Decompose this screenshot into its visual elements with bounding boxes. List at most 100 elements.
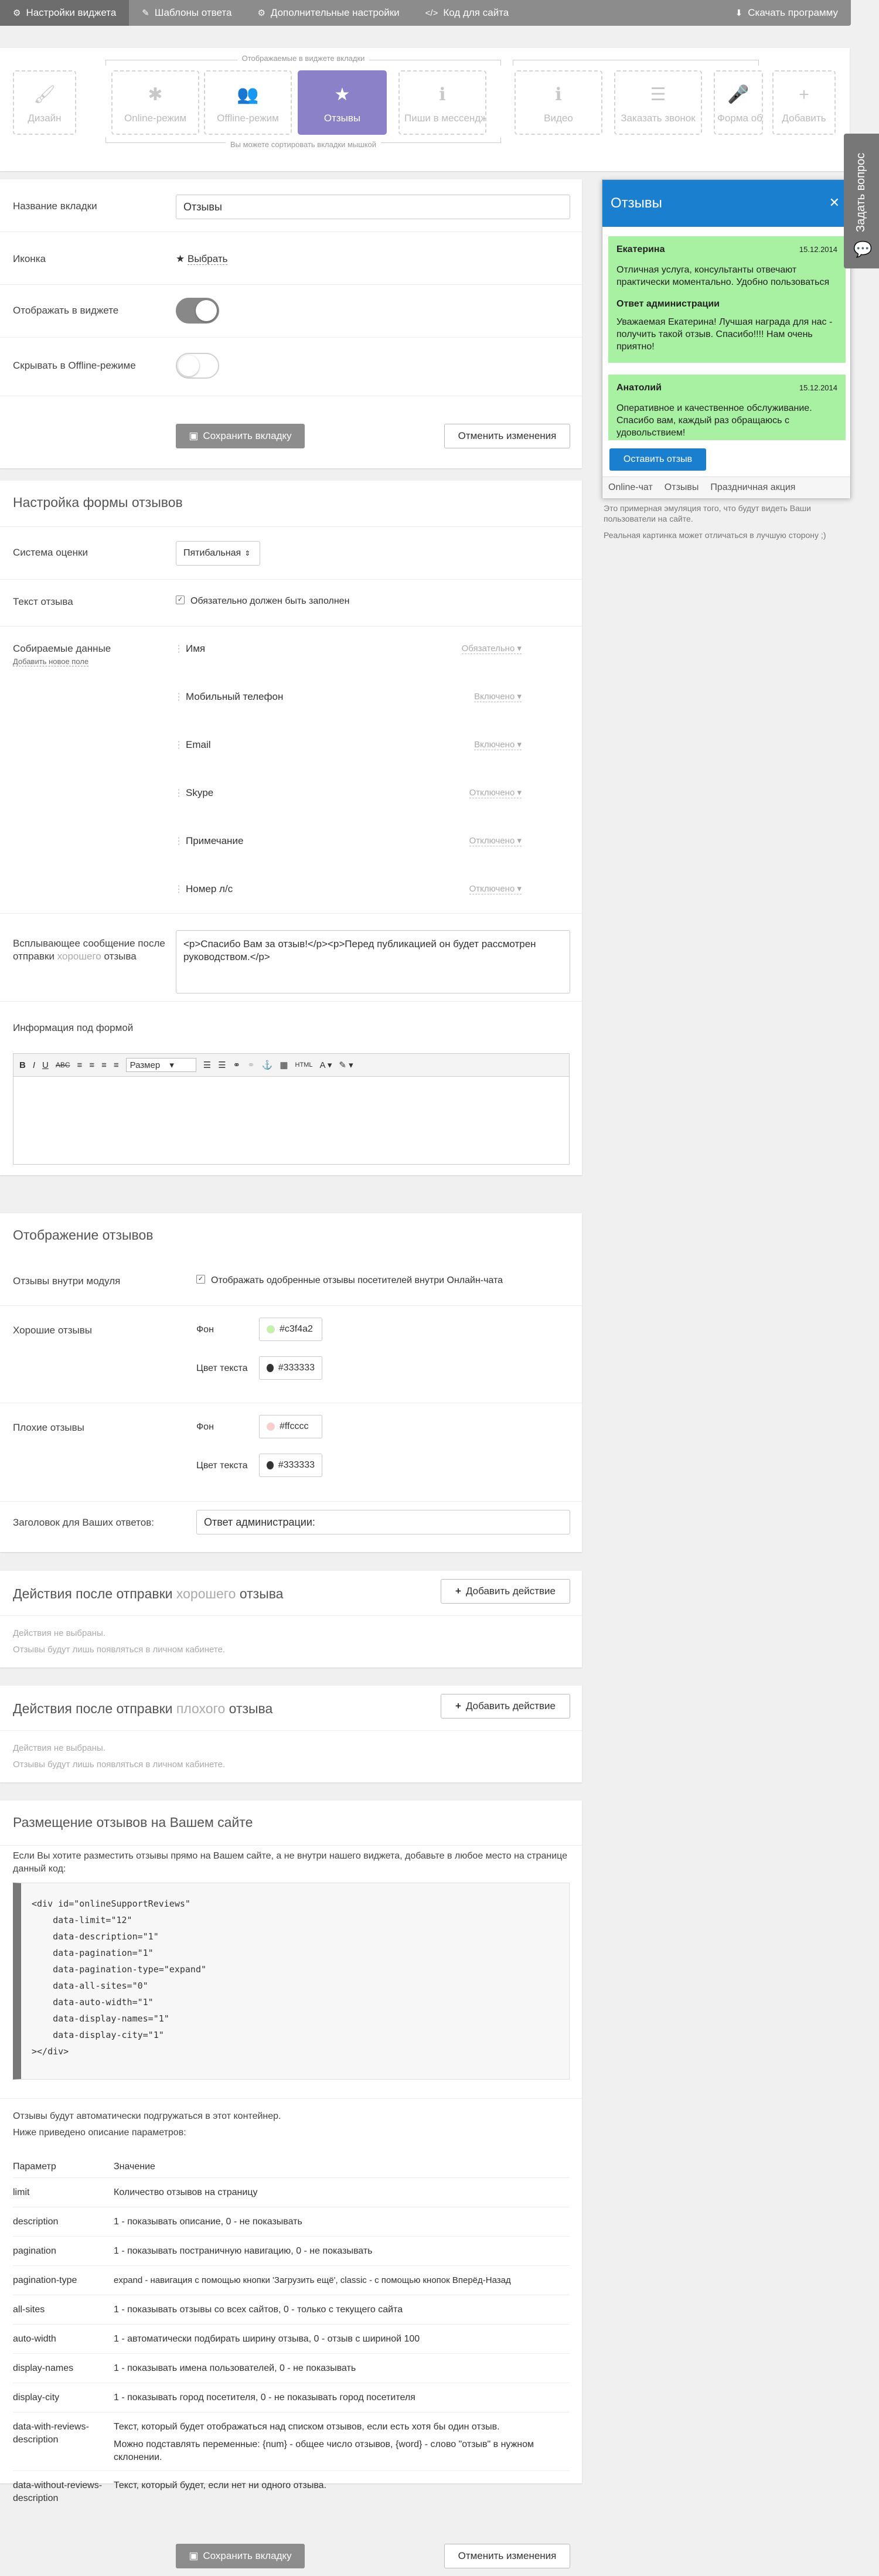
drag-handle-icon[interactable]: ⋮ (174, 643, 183, 655)
italic-icon[interactable]: I (33, 1060, 35, 1070)
nav-reply-templates[interactable]: ✎ Шаблоны ответа (129, 0, 244, 26)
tab-tile-feedback-form[interactable]: 🎤Форма обратной связи (714, 70, 763, 135)
table-row: auto-width 1 - автоматически подбирать ши… (13, 2325, 570, 2354)
color-swatch (267, 1423, 275, 1431)
bad-review-actions-card: Действия после отправки плохого отзыва +… (0, 1686, 582, 1782)
icon-label: Иконка (13, 253, 46, 264)
bullet-list-icon[interactable]: ☰ (203, 1060, 211, 1070)
footer-save-button[interactable]: ▣ Сохранить вкладку (176, 2544, 305, 2568)
collected-data-label: Собираемые данные (13, 643, 111, 654)
table-row: data-without-reviews-description Текст, к… (13, 2480, 327, 2503)
reply-title-input[interactable]: Ответ администрации: (196, 1510, 570, 1534)
good-bg-color-input[interactable]: #c3f4a2 (259, 1318, 322, 1341)
plus-icon: + (455, 1700, 461, 1711)
popup-message-textarea[interactable]: <p>Спасибо Вам за отзыв!</p><p>Перед пуб… (176, 930, 570, 993)
choose-icon-link[interactable]: Выбрать (187, 253, 228, 265)
ask-question-side-tab[interactable]: Задать вопрос 💬 (844, 134, 879, 268)
hide-offline-toggle[interactable] (176, 353, 219, 379)
tab-tile-reviews[interactable]: ★ Отзывы (298, 70, 387, 135)
drag-handle-icon[interactable]: ⋮ (174, 883, 183, 895)
align-right-icon[interactable]: ≡ (101, 1060, 107, 1070)
drag-handle-icon[interactable]: ⋮ (174, 691, 183, 703)
bad-bg-color-input[interactable]: #ffcccc (259, 1415, 322, 1438)
link-icon[interactable]: ⚭ (233, 1060, 241, 1070)
bad-reviews-label: Плохие отзывы (13, 1422, 84, 1433)
table-header: Параметр Значение (13, 2152, 570, 2178)
field-state-dropdown[interactable]: Отключено ▾ (469, 835, 522, 846)
code-icon: </> (425, 8, 438, 18)
show-approved-checkbox[interactable]: ✓ (196, 1275, 205, 1284)
widget-preview: Отзывы ✕ Екатерина 15.12.2014 Отличная ус… (602, 179, 851, 498)
strikethrough-icon[interactable]: ABC (56, 1061, 70, 1069)
table-row: all-sites 1 - показывать отзывы со всех с… (13, 2295, 570, 2325)
align-left-icon[interactable]: ≡ (77, 1060, 83, 1070)
tab-tile-offline[interactable]: 👥 Offline-режим (204, 70, 292, 135)
plus-icon: + (455, 1585, 461, 1597)
nav-site-code[interactable]: </> Код для сайта (413, 0, 522, 26)
top-nav-bar: ⚙ Настройки виджета ✎ Шаблоны ответа ⚙ Допо… (0, 0, 851, 26)
unlink-icon[interactable]: ⚭ (247, 1060, 255, 1070)
table-row: display-city 1 - показывать город посетит… (13, 2383, 570, 2412)
field-state-dropdown[interactable]: Обязательно ▾ (461, 643, 522, 654)
tab-tile-messenger[interactable]: ℹПиши в мессенджер (398, 70, 486, 135)
add-tab-tile[interactable]: + Добавить (772, 70, 836, 135)
align-justify-icon[interactable]: ≡ (114, 1060, 119, 1070)
text-required-checkbox[interactable]: ✓ (176, 595, 185, 605)
preview-tab-promo[interactable]: Праздничная акция (704, 482, 801, 493)
field-row-name: ⋮ Имя Обязательно ▾ (174, 643, 522, 655)
params-table: Параметр Значение limit Количество отзывов… (13, 2152, 570, 2516)
anchor-icon[interactable]: ⚓ (262, 1060, 273, 1070)
color-swatch (267, 1461, 274, 1469)
table-row: pagination 1 - показывать постраничную на… (13, 2237, 570, 2266)
preview-tab-chat[interactable]: Online-чат (602, 482, 659, 493)
show-in-widget-label: Отображать в виджете (13, 305, 119, 316)
footer-cancel-button[interactable]: Отменить изменения (444, 2544, 570, 2568)
add-good-action-button[interactable]: + Добавить действие (441, 1579, 570, 1604)
highlight-color-icon[interactable]: ✎ ▾ (339, 1060, 353, 1070)
image-icon[interactable]: ▦ (280, 1060, 288, 1070)
add-bad-action-button[interactable]: + Добавить действие (441, 1694, 570, 1719)
drag-handle-icon[interactable]: ⋮ (174, 835, 183, 847)
align-center-icon[interactable]: ≡ (89, 1060, 94, 1070)
close-icon[interactable]: ✕ (829, 195, 840, 210)
inside-module-label: Отзывы внутри модуля (13, 1275, 121, 1287)
nav-additional-settings[interactable]: ⚙ Дополнительные настройки (244, 0, 412, 26)
drag-handle-icon[interactable]: ⋮ (174, 787, 183, 799)
tab-name-input[interactable]: Отзывы (176, 195, 570, 219)
download-program-button[interactable]: ⬇ Скачать программу (723, 0, 851, 26)
tab-tile-callback[interactable]: ☰ Заказать звонок (614, 70, 702, 135)
field-state-dropdown[interactable]: Включено ▾ (474, 691, 522, 702)
field-state-dropdown[interactable]: Включено ▾ (474, 739, 522, 750)
save-tab-button[interactable]: ▣ Сохранить вкладку (176, 424, 305, 448)
field-state-dropdown[interactable]: Отключено ▾ (469, 883, 522, 894)
drag-handle-icon[interactable]: ⋮ (174, 739, 183, 751)
cancel-changes-button[interactable]: Отменить изменения (444, 424, 570, 448)
save-icon: ▣ (189, 430, 199, 441)
numbered-list-icon[interactable]: ☰ (218, 1060, 226, 1070)
good-text-color-input[interactable]: #333333 (259, 1356, 322, 1380)
tab-tile-video[interactable]: ℹ Видео (515, 70, 602, 135)
nav-widget-settings[interactable]: ⚙ Настройки виджета (0, 0, 130, 26)
table-row: display-names 1 - показывать имена пользо… (13, 2354, 570, 2383)
tabs-bottom-caption: Вы можете сортировать вкладки мышкой (105, 140, 501, 149)
bold-icon[interactable]: B (19, 1060, 26, 1070)
reviews-display-card: Отображение отзывов Отзывы внутри модуля… (0, 1213, 582, 1552)
color-swatch (267, 1364, 274, 1372)
tab-tile-design[interactable]: 🖌 Дизайн (13, 70, 76, 135)
users-icon: 👥 (237, 85, 259, 104)
underline-icon[interactable]: U (42, 1060, 49, 1070)
color-swatch (267, 1325, 275, 1333)
preview-tab-reviews[interactable]: Отзывы (659, 482, 705, 493)
rating-system-select[interactable]: Пятибальная ⇕ (176, 541, 260, 566)
embed-code-block[interactable]: <div id="onlineSupportReviews" data-limi… (13, 1883, 570, 2080)
show-in-widget-toggle[interactable] (176, 298, 219, 324)
leave-review-button[interactable]: Оставить отзыв (609, 448, 706, 471)
text-color-icon[interactable]: A ▾ (320, 1060, 332, 1070)
html-source-icon[interactable]: HTML (295, 1061, 313, 1068)
bad-text-color-input[interactable]: #333333 (259, 1454, 322, 1477)
rich-text-editor-area[interactable] (13, 1077, 570, 1165)
add-field-link[interactable]: Добавить новое поле (13, 657, 89, 666)
tab-tile-online[interactable]: ✱ Online-режим (111, 70, 199, 135)
font-size-select[interactable]: Размер ▾ (125, 1058, 196, 1072)
field-state-dropdown[interactable]: Отключено ▾ (469, 787, 522, 798)
